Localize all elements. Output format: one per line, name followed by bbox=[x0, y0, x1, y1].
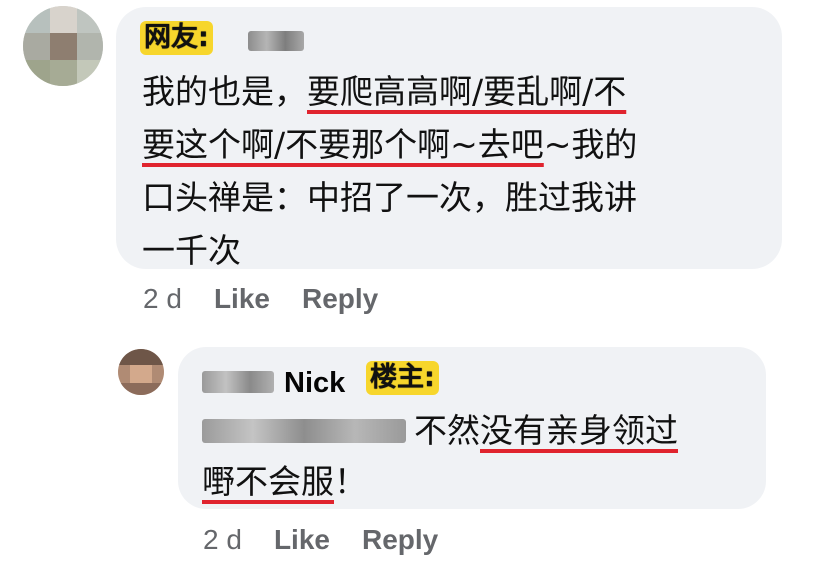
timestamp[interactable]: 2 d bbox=[203, 524, 242, 556]
like-button[interactable]: Like bbox=[274, 524, 330, 556]
reply-button[interactable]: Reply bbox=[362, 524, 438, 556]
comment-line: 要这个啊/不要那个啊~去吧~我的 bbox=[142, 125, 638, 164]
comment-line: 一千次 bbox=[142, 231, 241, 270]
comment-bubble: 网友: 我的也是，要爬高高啊/要乱啊/不 要这个啊/不要那个啊~去吧~我的 口头… bbox=[116, 7, 782, 270]
reply-bubble: Nick 楼主: 不然没有亲身领过 嘢不会服！ bbox=[178, 347, 766, 509]
comment-line: 口头禅是：中招了一次，胜过我讲 bbox=[142, 178, 637, 217]
reply-button[interactable]: Reply bbox=[302, 283, 378, 315]
commenter-name[interactable]: Nick bbox=[284, 367, 345, 400]
label-tag: 网友: bbox=[140, 21, 213, 55]
label-tag: 楼主: bbox=[366, 361, 439, 395]
reply-avatar[interactable] bbox=[118, 349, 164, 395]
redacted-name bbox=[248, 31, 304, 51]
reply-text: 嘢不会服！ bbox=[202, 462, 367, 501]
comment-line: 我的也是，要爬高高啊/要乱啊/不 bbox=[142, 72, 627, 111]
mention-redacted[interactable] bbox=[202, 419, 406, 443]
redacted-name bbox=[202, 371, 274, 393]
comment-text: 我的也是，要爬高高啊/要乱啊/不 要这个啊/不要那个啊~去吧~我的 口头禅是：中… bbox=[142, 65, 637, 277]
like-button[interactable]: Like bbox=[214, 283, 270, 315]
comment-actions: 2 d Like Reply bbox=[143, 283, 378, 315]
commenter-avatar[interactable] bbox=[23, 6, 103, 86]
reply-text: 不然没有亲身领过 bbox=[414, 411, 678, 450]
reply-actions: 2 d Like Reply bbox=[203, 524, 438, 556]
timestamp[interactable]: 2 d bbox=[143, 283, 182, 315]
